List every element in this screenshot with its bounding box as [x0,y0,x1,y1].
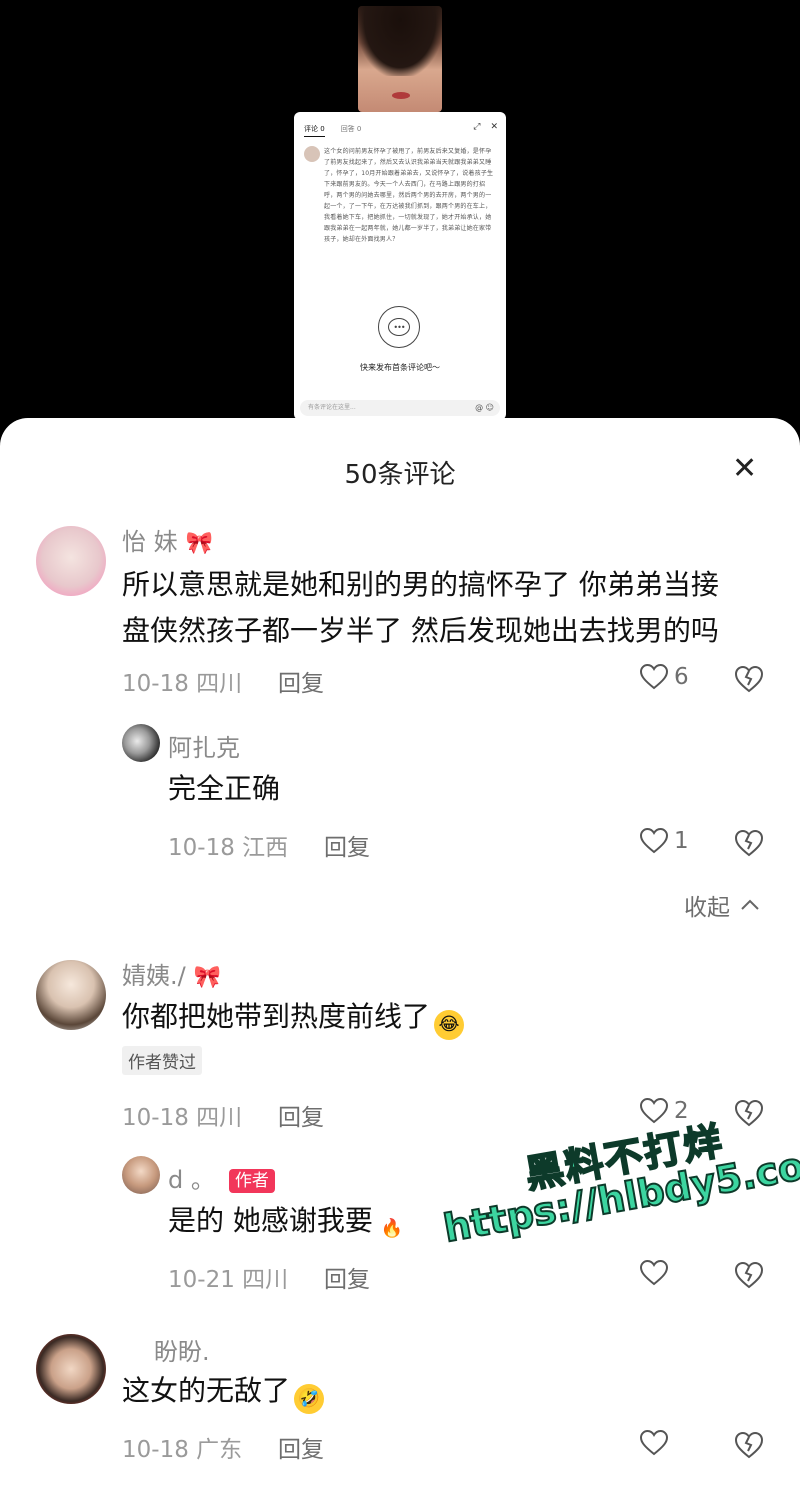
emoji-icon[interactable]: ☺ [486,403,494,412]
reply-button[interactable]: 回复 [324,1260,370,1294]
like-count: 1 [674,828,689,854]
chevron-up-icon [741,899,759,910]
username[interactable]: 怡 妹 [122,528,178,556]
laughing-emoji-icon: 😂 [434,1010,465,1040]
author-badge: 作者 [228,1169,275,1193]
heart-icon [640,828,668,854]
comment-meta: 10-21 四川 [168,1267,289,1293]
close-icon[interactable]: ✕ [732,454,757,484]
heart-icon [640,664,668,690]
username[interactable]: 婧姨./ [122,962,186,990]
dislike-icon[interactable] [734,664,764,694]
comment-text: 完全正确 [168,772,281,805]
bow-icon: 🎀 [185,531,214,556]
mini-comment-input[interactable]: 有条评论在这里... @ ☺ [300,400,500,416]
avatar[interactable] [122,1156,160,1194]
post-text: 这个女的问前男友怀孕了被甩了，前男友后来又复婚，是怀孕了前男友找起来了，然后又去… [324,148,494,243]
mini-tab-other[interactable]: 回答 0 [341,124,362,137]
close-icon[interactable]: ✕ [490,122,498,132]
comment-meta: 10-18 江西 [168,835,289,861]
reply-button[interactable]: 回复 [278,1430,324,1464]
video-thumbnail[interactable] [358,6,442,112]
like-count: 6 [674,664,689,690]
avatar[interactable] [36,526,106,596]
like-button[interactable] [640,1260,668,1286]
fire-emoji-icon: 🔥 [380,1218,404,1239]
comment-meta: 10-18 广东 [122,1437,243,1463]
like-button[interactable] [640,1430,668,1456]
mini-comment-panel: 评论 0 回答 0 ⤢ ✕ 这个女的问前男友怀孕了被甩了，前男友后来又复婚，是怀… [294,112,506,420]
comment-text: 你都把她带到热度前线了 [122,1000,431,1033]
dislike-icon[interactable] [734,828,764,858]
username[interactable]: 阿扎克 [168,728,240,763]
like-button[interactable]: 6 [640,664,689,690]
comment-text: 所以意思就是她和别的男的搞怀孕了 你弟弟当接 盘侠然孩子都一岁半了 然后发现她出… [122,568,719,647]
avatar[interactable] [36,1334,106,1404]
reply-button[interactable]: 回复 [278,664,324,698]
username[interactable]: d 。 [168,1166,215,1194]
reply-button[interactable]: 回复 [278,1098,324,1132]
collapse-replies-button[interactable]: 收起 [684,888,760,922]
avatar[interactable] [122,724,160,762]
comment-bubble-icon: ••• [378,306,420,348]
dislike-icon[interactable] [734,1260,764,1290]
empty-comments-text: 快来发布首条评论吧～ [360,363,440,372]
username[interactable]: 盼盼. [154,1332,210,1367]
avatar [304,146,320,162]
heart-icon [640,1260,668,1286]
comment-text: 是的 她感谢我要 [168,1204,373,1237]
like-button[interactable]: 1 [640,828,689,854]
at-icon[interactable]: @ [475,403,483,412]
expand-icon[interactable]: ⤢ [473,122,480,132]
comment-count-title: 50条评论 [344,460,456,490]
video-area: 评论 0 回答 0 ⤢ ✕ 这个女的问前男友怀孕了被甩了，前男友后来又复婚，是怀… [0,0,800,430]
comment-meta: 10-18 四川 [122,1105,243,1131]
comment-sheet: 50条评论 ✕ 怡 妹 🎀 所以意思就是她和别的男的搞怀孕了 你弟弟当接 盘侠然孩… [0,418,800,1488]
reply-button[interactable]: 回复 [324,828,370,862]
crying-laughing-emoji-icon: 🤣 [294,1384,325,1414]
mini-tab-comments[interactable]: 评论 0 [304,124,325,137]
bow-icon: 🎀 [193,965,222,990]
dislike-icon[interactable] [734,1430,764,1460]
author-liked-badge: 作者赞过 [122,1046,202,1075]
avatar[interactable] [36,960,106,1030]
comment-text: 这女的无敌了 [122,1374,291,1407]
heart-icon [640,1430,668,1456]
comment-meta: 10-18 四川 [122,671,243,697]
